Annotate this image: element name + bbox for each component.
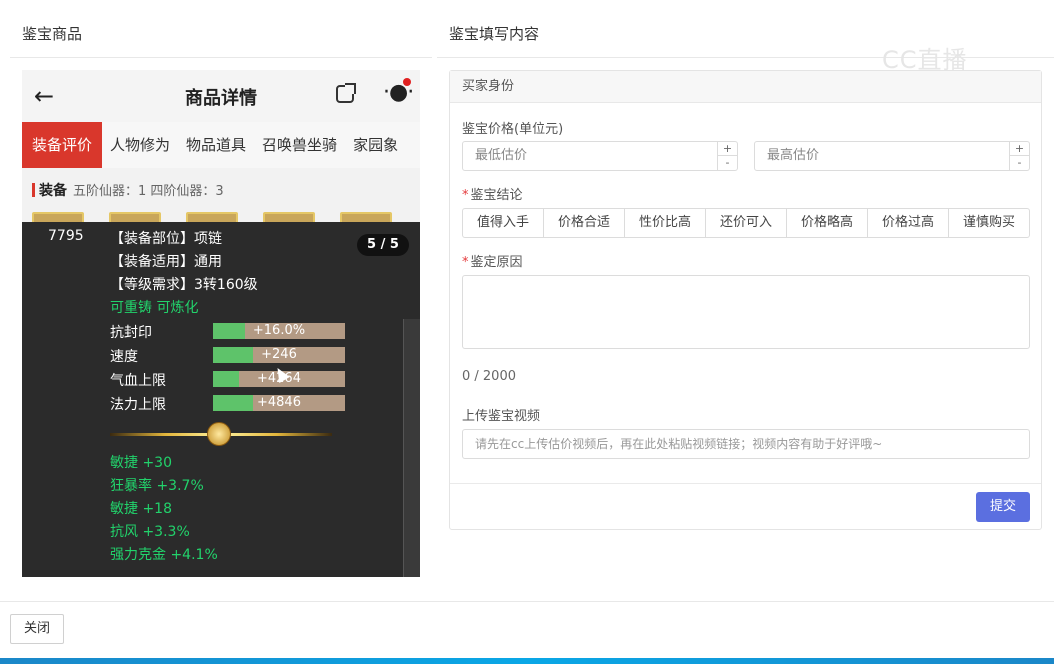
min-price-input[interactable]: 最低估价 + - — [462, 141, 738, 171]
conclusion-option[interactable]: 性价比高 — [625, 209, 706, 237]
min-price-placeholder: 最低估价 — [475, 148, 528, 163]
conclusion-options: 值得入手 价格合适 性价比高 还价可入 价格略高 价格过高 谨慎购买 — [462, 208, 1030, 238]
tooltip-attr: 【装备部位】项链 — [110, 231, 222, 247]
extra-attr: 抗风 +3.3% — [110, 524, 190, 540]
tooltip-id: 7795 — [48, 228, 84, 244]
ornament-coin-icon — [207, 422, 231, 446]
extra-attr: 敏捷 +30 — [110, 455, 172, 471]
video-link-placeholder: 请先在cc上传估价视频后，再在此处粘贴视频链接；视频内容有助于好评哦~ — [475, 437, 883, 451]
conclusion-option[interactable]: 值得入手 — [463, 209, 544, 237]
phone-tab-4: 家园象 — [353, 136, 399, 154]
extra-attr: 敏捷 +18 — [110, 501, 172, 517]
conclusion-option[interactable]: 价格略高 — [787, 209, 868, 237]
equipment-tooltip: 7795 5 / 5 【装备部位】项链 【装备适用】通用 【等级需求】3转160… — [22, 222, 420, 577]
conclusion-option[interactable]: 价格过高 — [868, 209, 949, 237]
phone-tab-2: 物品道具 — [186, 136, 247, 154]
section-title-goods: 鉴宝商品 — [22, 25, 83, 43]
page-indicator: 5 / 5 — [357, 234, 409, 256]
taskbar-strip — [0, 658, 1054, 664]
phone-tab-1: 人物修为 — [110, 136, 171, 154]
stat-label: 速度 — [110, 349, 138, 365]
increment-icon[interactable]: + — [1010, 142, 1029, 156]
appraisal-form: 买家身份 鉴宝价格(单位元) 最低估价 + - 最高估价 + - * 鉴宝结论 值… — [449, 70, 1042, 530]
reason-textarea[interactable] — [462, 275, 1030, 349]
form-divider — [450, 483, 1041, 484]
conclusion-option[interactable]: 谨慎购买 — [949, 209, 1029, 237]
stat-label: 气血上限 — [110, 373, 166, 389]
phone-header: ← 商品详情 ·●· — [22, 70, 420, 122]
max-price-input[interactable]: 最高估价 + - — [754, 141, 1030, 171]
max-price-placeholder: 最高估价 — [767, 148, 820, 163]
phone-tab-3: 召唤兽坐骑 — [262, 136, 338, 154]
phone-tabs: 装备评价 人物修为 物品道具 召唤兽坐骑 家园象 — [22, 122, 420, 168]
close-button[interactable]: 关闭 — [10, 614, 64, 644]
conclusion-option[interactable]: 还价可入 — [706, 209, 787, 237]
tooltip-attr: 【等级需求】3转160级 — [110, 277, 258, 293]
phone-tab-0: 装备评价 — [22, 122, 103, 168]
footer-divider — [0, 601, 1054, 602]
section-divider-left — [10, 57, 432, 58]
share-icon — [336, 83, 356, 103]
appraisal-dialog: 鉴宝商品 鉴宝填写内容 CC直播 ← 商品详情 ·●· 装备评价 人物修为 物品道具… — [0, 0, 1054, 664]
stat-label: 法力上限 — [110, 397, 166, 413]
stat-value: +246 — [261, 347, 297, 362]
stat-bar: +246 — [213, 347, 345, 363]
section-title-form: 鉴宝填写内容 — [449, 25, 540, 43]
notification-dot-icon — [403, 78, 411, 86]
conclusion-option[interactable]: 价格合适 — [544, 209, 625, 237]
equip-subtitle: 五阶仙器：1 四阶仙器：3 — [73, 184, 224, 199]
equip-label: 装备 — [39, 183, 67, 199]
decrement-icon[interactable]: - — [1010, 156, 1029, 170]
tooltip-flags: 可重铸 可炼化 — [110, 300, 199, 316]
tooltip-scroll-edge — [403, 319, 420, 577]
submit-button[interactable]: 提交 — [976, 492, 1030, 522]
phone-header-title: 商品详情 — [185, 88, 257, 109]
min-price-stepper[interactable]: + - — [717, 142, 737, 170]
video-link-input[interactable]: 请先在cc上传估价视频后，再在此处粘贴视频链接；视频内容有助于好评哦~ — [462, 429, 1030, 459]
stat-value: +16.0% — [252, 323, 306, 338]
video-label: 上传鉴宝视频 — [462, 409, 541, 424]
ornament-divider — [110, 420, 332, 448]
increment-icon[interactable]: + — [718, 142, 737, 156]
extra-attr: 狂暴率 +3.7% — [110, 478, 204, 494]
price-label: 鉴宝价格(单位元) — [462, 122, 564, 137]
tooltip-attr: 【装备适用】通用 — [110, 254, 222, 270]
equip-heading: 装备 五阶仙器：1 四阶仙器：3 — [32, 180, 224, 200]
stat-bar: +4846 — [213, 395, 345, 411]
stat-value: +4846 — [257, 395, 301, 410]
char-counter: 0 / 2000 — [462, 369, 516, 384]
buyer-identity-header: 买家身份 — [450, 71, 1041, 103]
max-price-stepper[interactable]: + - — [1009, 142, 1029, 170]
stat-bar: +16.0% — [213, 323, 345, 339]
extra-attr: 强力克金 +4.1% — [110, 547, 218, 563]
decrement-icon[interactable]: - — [718, 156, 737, 170]
reason-label: * 鉴定原因 — [462, 255, 523, 270]
conclusion-label: * 鉴宝结论 — [462, 188, 523, 203]
stat-label: 抗封印 — [110, 325, 152, 341]
product-screenshot: ← 商品详情 ·●· 装备评价 人物修为 物品道具 召唤兽坐骑 家园象 装备 五阶仙器：1… — [22, 70, 420, 577]
